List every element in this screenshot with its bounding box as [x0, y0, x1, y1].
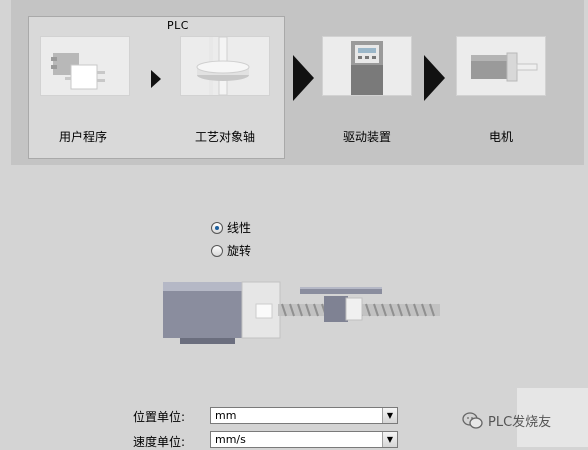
radio-linear-button[interactable] — [211, 221, 223, 234]
watermark: PLC发烧友 — [462, 411, 551, 430]
flow-arrow-icon — [293, 55, 314, 101]
linear-axis-illustration — [163, 281, 440, 344]
radio-rotary-label: 旋转 — [227, 244, 252, 258]
plc-label: PLC — [167, 19, 189, 32]
chevron-down-icon[interactable]: ▼ — [382, 432, 397, 447]
position-unit-value: mm — [215, 409, 237, 422]
radio-rotary-button[interactable] — [211, 244, 223, 257]
radio-linear-label: 线性 — [227, 221, 252, 235]
step-label-motor: 电机 — [488, 130, 513, 144]
motor-tile[interactable] — [456, 36, 546, 96]
velocity-unit-select[interactable]: mm/s ▼ — [210, 431, 398, 448]
wechat-icon — [462, 411, 483, 429]
position-unit-select[interactable]: mm ▼ — [210, 407, 398, 424]
radio-linear[interactable]: 线性 — [211, 219, 251, 236]
watermark-text: PLC发烧友 — [488, 415, 552, 430]
step-label-drive: 驱动装置 — [342, 130, 391, 144]
drive-device-icon — [351, 41, 383, 95]
chevron-down-icon[interactable]: ▼ — [382, 408, 397, 423]
axis-object-icon — [196, 37, 250, 95]
flow-arrow-icon — [151, 70, 161, 88]
radio-rotary[interactable]: 旋转 — [211, 242, 251, 259]
position-unit-label: 位置单位: — [133, 410, 186, 424]
step-label-user-program: 用户程序 — [58, 130, 107, 144]
motor-icon — [471, 52, 538, 82]
velocity-unit-value: mm/s — [215, 433, 246, 446]
drive-device-tile[interactable] — [322, 36, 412, 96]
user-program-tile[interactable] — [40, 36, 130, 96]
flow-arrow-icon — [424, 55, 445, 101]
axis-object-tile[interactable] — [180, 36, 270, 96]
velocity-unit-label: 速度单位: — [133, 435, 186, 449]
user-program-icon — [51, 53, 105, 90]
step-label-axis-object: 工艺对象轴 — [194, 130, 255, 144]
